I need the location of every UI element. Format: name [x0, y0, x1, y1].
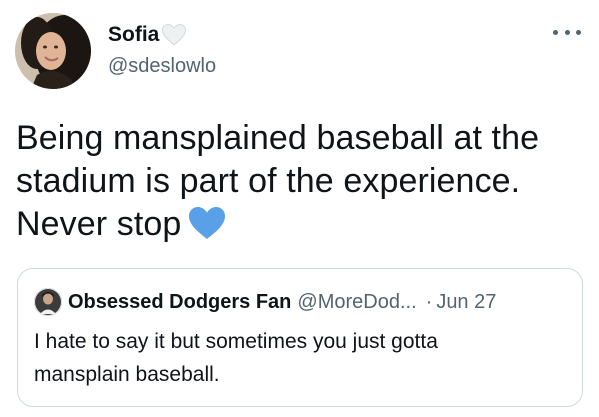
quoted-separator: ·	[425, 290, 433, 313]
quoted-tweet-text: I hate to say it but sometimes you just …	[34, 325, 564, 391]
tweet-card: Sofia @sdeslowlo Being mansplained baseb…	[0, 0, 599, 417]
tweet-text: Being mansplained baseball at the stadiu…	[16, 117, 586, 246]
tweet-text-line: stadium is part of the experience.	[16, 162, 521, 200]
more-options-icon[interactable]	[553, 22, 581, 42]
tweet-text-line: Being mansplained baseball at the	[16, 119, 540, 157]
author-avatar[interactable]	[15, 13, 91, 89]
author-handle[interactable]: @sdeslowlo	[108, 55, 216, 78]
white-heart-icon	[161, 23, 187, 47]
quoted-date: Jun 27	[436, 290, 497, 313]
quoted-tweet[interactable]: Obsessed Dodgers Fan @MoreDod... · Jun 2…	[17, 268, 583, 407]
author-name-row: Sofia	[108, 21, 187, 49]
tweet-text-line-last: Never stop	[16, 203, 586, 246]
quoted-author-name: Obsessed Dodgers Fan	[68, 290, 292, 313]
quoted-tweet-header: Obsessed Dodgers Fan @MoreDod... · Jun 2…	[34, 288, 496, 316]
quoted-author-avatar	[34, 288, 62, 316]
more-dot	[564, 29, 570, 35]
blue-heart-icon	[187, 205, 227, 241]
author-display-name[interactable]: Sofia	[108, 23, 159, 47]
quoted-author-handle: @MoreDod...	[297, 290, 417, 313]
more-dot	[553, 29, 558, 35]
tweet-text-segment: Never stop	[16, 205, 182, 243]
more-dot	[576, 29, 581, 35]
quoted-text-line: I hate to say it but sometimes you just …	[34, 330, 438, 353]
quoted-text-line: mansplain baseball.	[34, 363, 220, 386]
